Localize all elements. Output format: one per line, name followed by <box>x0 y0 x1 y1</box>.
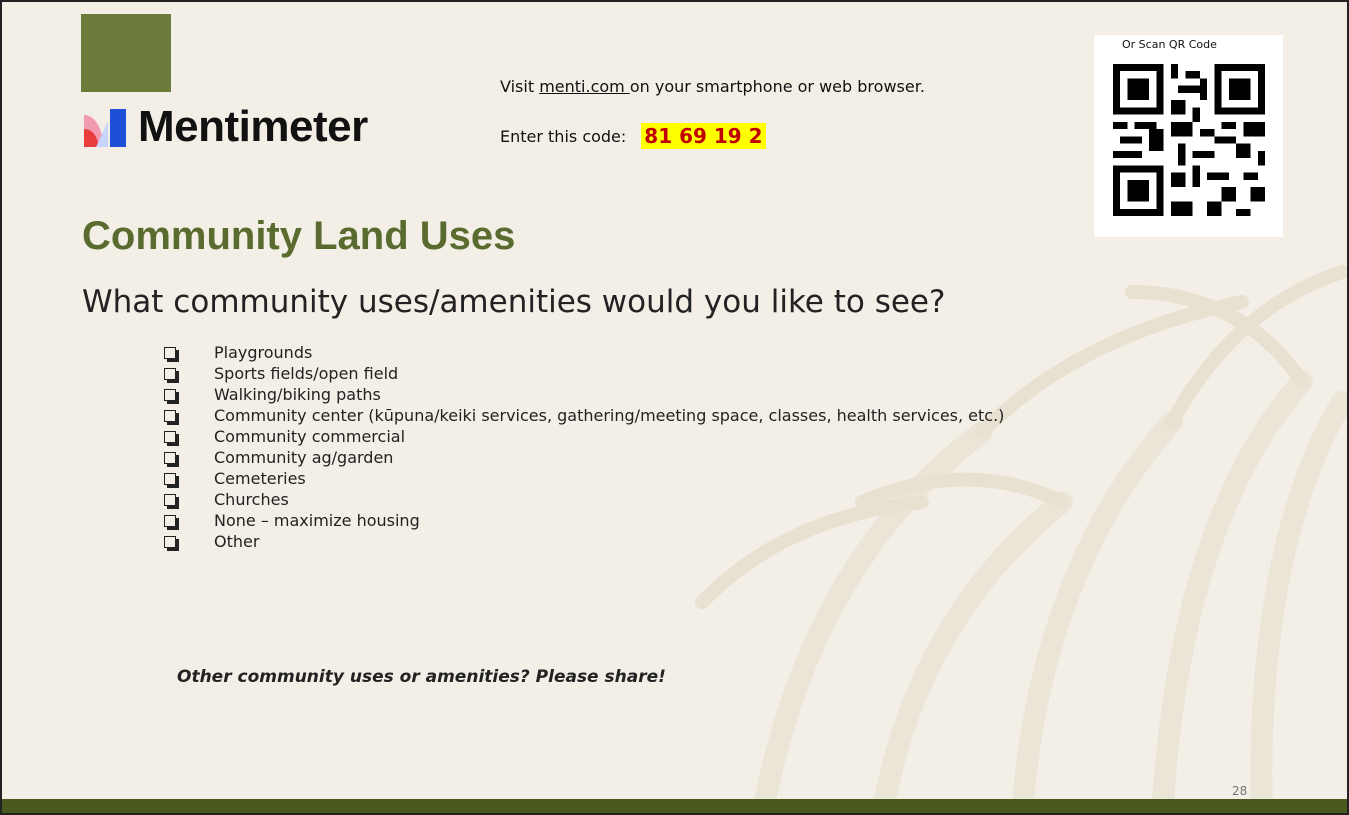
checkbox-icon[interactable] <box>164 451 179 467</box>
option-label: Cemeteries <box>214 469 306 488</box>
option-label: Community center (kūpuna/keiki services,… <box>214 406 1005 425</box>
checkbox-icon[interactable] <box>164 535 179 551</box>
visit-suffix: on your smartphone or web browser. <box>629 77 925 96</box>
option-label: None – maximize housing <box>214 511 420 530</box>
option-label: Playgrounds <box>214 343 313 362</box>
visit-instruction: Visit menti.com on your smartphone or we… <box>500 77 925 96</box>
option-item[interactable]: Community commercial <box>162 426 1004 447</box>
question-text: What community uses/amenities would you … <box>82 284 946 320</box>
checkbox-icon[interactable] <box>164 388 179 404</box>
slide-title: Community Land Uses <box>82 214 516 258</box>
checkbox-icon[interactable] <box>164 430 179 446</box>
visit-prefix: Visit <box>500 77 540 96</box>
option-item[interactable]: Community center (kūpuna/keiki services,… <box>162 405 1004 426</box>
option-item[interactable]: Cemeteries <box>162 468 1004 489</box>
option-label: Community ag/garden <box>214 448 394 467</box>
accent-block <box>81 14 171 92</box>
checkbox-icon[interactable] <box>164 409 179 425</box>
page-number: 28 <box>1232 784 1248 798</box>
checkbox-icon[interactable] <box>164 472 179 488</box>
option-item[interactable]: Sports fields/open field <box>162 363 1004 384</box>
slide: Mentimeter Visit menti.com on your smart… <box>0 0 1349 815</box>
qr-caption: Or Scan QR Code <box>1122 38 1217 51</box>
enter-code-label: Enter this code: <box>500 126 627 146</box>
options-list: Playgrounds Sports fields/open field Wal… <box>162 342 1004 552</box>
share-prompt: Other community uses or amenities? Pleas… <box>177 667 666 687</box>
option-item[interactable]: Other <box>162 531 1004 552</box>
checkbox-icon[interactable] <box>164 367 179 383</box>
option-item[interactable]: Community ag/garden <box>162 447 1004 468</box>
option-label: Churches <box>214 490 289 509</box>
option-label: Other <box>214 532 260 551</box>
enter-code-instruction: Enter this code: 81 69 19 2 <box>500 123 766 149</box>
mentimeter-logo-icon <box>84 109 126 147</box>
option-label: Community commercial <box>214 427 406 446</box>
option-item[interactable]: Churches <box>162 489 1004 510</box>
option-item[interactable]: None – maximize housing <box>162 510 1004 531</box>
menti-link[interactable]: menti.com <box>539 77 630 96</box>
voting-code: 81 69 19 2 <box>641 123 766 149</box>
checkbox-icon[interactable] <box>164 514 179 530</box>
option-item[interactable]: Playgrounds <box>162 342 1004 363</box>
mentimeter-logo: Mentimeter <box>82 102 368 152</box>
footer-bar <box>2 799 1347 813</box>
option-item[interactable]: Walking/biking paths <box>162 384 1004 405</box>
option-label: Walking/biking paths <box>214 385 381 404</box>
checkbox-icon[interactable] <box>164 346 179 362</box>
checkbox-icon[interactable] <box>164 493 179 509</box>
qr-code-icon <box>1113 64 1265 216</box>
option-label: Sports fields/open field <box>214 364 399 383</box>
logo-text: Mentimeter <box>138 102 368 151</box>
